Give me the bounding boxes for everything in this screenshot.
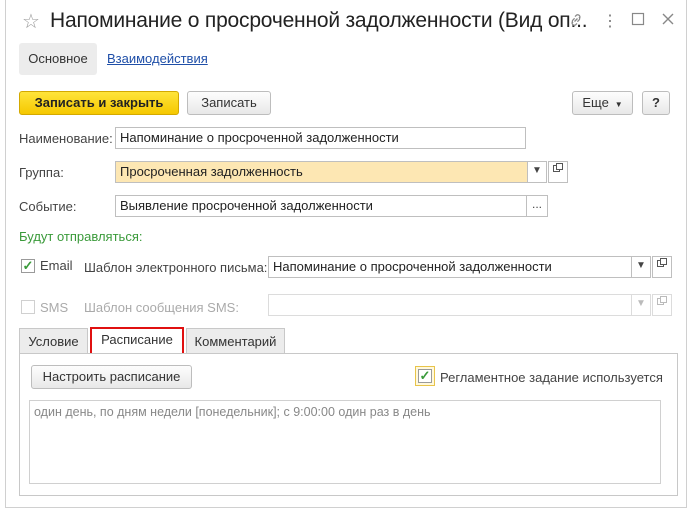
sms-template-dropdown-button[interactable]: ▼	[631, 294, 651, 316]
group-label: Группа:	[19, 165, 64, 180]
save-button[interactable]: Записать	[187, 91, 271, 115]
event-field[interactable]: Выявление просроченной задолженности	[115, 195, 527, 217]
name-field[interactable]: Напоминание о просроченной задолженности	[115, 127, 526, 149]
group-open-button[interactable]	[548, 161, 568, 183]
email-template-label: Шаблон электронного письма:	[84, 260, 268, 275]
tab-condition[interactable]: Условие	[19, 328, 88, 354]
tab-schedule[interactable]: Расписание	[90, 327, 184, 355]
routine-task-checkbox[interactable]: ✓	[418, 369, 432, 383]
nav-tab-interactions[interactable]: Взаимодействия	[107, 43, 208, 75]
link-icon[interactable]	[566, 12, 586, 32]
menu-dots-icon[interactable]: ⋮	[600, 12, 620, 32]
sms-template-label: Шаблон сообщения SMS:	[84, 300, 239, 315]
more-label: Еще	[582, 95, 609, 110]
email-label: Email	[40, 258, 73, 273]
dropdown-arrow-icon: ▼	[612, 100, 623, 109]
sms-template-field[interactable]	[268, 294, 632, 316]
sms-label: SMS	[40, 300, 69, 315]
event-label: Событие:	[19, 199, 77, 214]
email-template-dropdown-button[interactable]: ▼	[631, 256, 651, 278]
name-label: Наименование:	[19, 131, 113, 146]
send-section-header: Будут отправляться:	[19, 229, 143, 244]
help-button[interactable]: ?	[642, 91, 670, 115]
schedule-description[interactable]: один день, по дням недели [понедельник];…	[29, 400, 661, 484]
event-select-button[interactable]: ...	[526, 195, 548, 217]
group-field[interactable]: Просроченная задолженность	[115, 161, 528, 183]
email-checkbox[interactable]: ✓	[21, 259, 35, 273]
sms-checkbox[interactable]	[21, 300, 35, 314]
save-and-close-button[interactable]: Записать и закрыть	[19, 91, 179, 115]
group-dropdown-button[interactable]: ▼	[527, 161, 547, 183]
more-button[interactable]: Еще ▼	[572, 91, 633, 115]
form-window: ☆ Напоминание о просроченной задолженнос…	[5, 0, 687, 508]
nav-tab-main[interactable]: Основное	[19, 43, 97, 75]
email-template-open-button[interactable]	[652, 256, 672, 278]
routine-task-label: Регламентное задание используется	[440, 370, 663, 385]
sms-template-open-button[interactable]	[652, 294, 672, 316]
window-title: Напоминание о просроченной задолженности…	[50, 9, 588, 32]
configure-schedule-button[interactable]: Настроить расписание	[31, 365, 192, 389]
maximize-icon[interactable]	[628, 12, 648, 32]
close-icon[interactable]	[658, 12, 678, 32]
email-template-field[interactable]: Напоминание о просроченной задолженности	[268, 256, 632, 278]
tab-comment[interactable]: Комментарий	[186, 328, 285, 354]
favorite-star-icon[interactable]: ☆	[22, 12, 40, 32]
